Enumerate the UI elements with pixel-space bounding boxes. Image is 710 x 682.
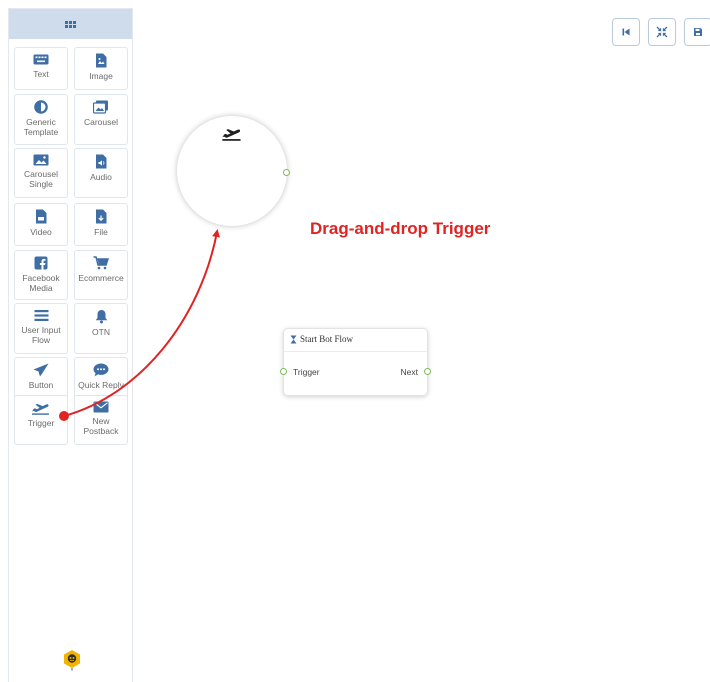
palette-item-label: New Postback bbox=[83, 416, 119, 436]
element-palette: Text Image Generic Template Carousel Car… bbox=[8, 8, 133, 682]
picture-icon bbox=[33, 154, 49, 166]
download-file-icon bbox=[96, 209, 107, 224]
plane-departure-icon bbox=[32, 403, 49, 415]
palette-item-facebook-media[interactable]: Facebook Media bbox=[14, 250, 68, 300]
palette-item-label: Audio bbox=[90, 172, 112, 182]
palette-item-label: Text bbox=[33, 69, 49, 79]
palette-header[interactable] bbox=[9, 9, 132, 39]
node-output-label: Next bbox=[400, 367, 418, 377]
palette-item-label: File bbox=[94, 227, 108, 237]
palette-item-carousel-single[interactable]: Carousel Single bbox=[14, 148, 68, 198]
palette-item-otn[interactable]: OTN bbox=[74, 303, 128, 354]
palette-item-file[interactable]: File bbox=[74, 203, 128, 246]
trigger-node[interactable] bbox=[177, 116, 290, 226]
contrast-icon bbox=[34, 100, 48, 114]
palette-item-generic-template[interactable]: Generic Template bbox=[14, 94, 68, 145]
save-button[interactable] bbox=[684, 18, 710, 46]
node-title-text: Start Bot Flow bbox=[300, 334, 354, 344]
start-bot-flow-node[interactable]: Start Bot Flow Trigger Next bbox=[280, 328, 431, 396]
list-icon bbox=[34, 310, 48, 321]
node-input-port[interactable] bbox=[280, 368, 287, 375]
cart-icon bbox=[93, 256, 109, 270]
palette-item-label: Video bbox=[30, 227, 52, 237]
palette-item-label: Button bbox=[28, 380, 54, 390]
image-file-icon bbox=[96, 53, 107, 68]
send-icon bbox=[33, 363, 49, 377]
audio-file-icon bbox=[96, 154, 107, 169]
keyboard-icon bbox=[33, 54, 49, 65]
palette-item-label: Facebook Media bbox=[22, 273, 60, 293]
bot-logo-icon bbox=[64, 650, 80, 671]
chat-bubble-icon bbox=[93, 363, 109, 377]
palette-item-trigger[interactable]: Trigger bbox=[14, 395, 68, 445]
hourglass-icon bbox=[290, 335, 297, 343]
skip-back-icon bbox=[622, 28, 630, 36]
palette-item-label: Carousel Single bbox=[23, 169, 59, 189]
envelope-icon bbox=[93, 401, 109, 413]
palette-item-audio[interactable]: Audio bbox=[74, 148, 128, 198]
facebook-icon bbox=[34, 256, 48, 270]
palette-item-video[interactable]: Video bbox=[14, 203, 68, 246]
video-file-icon bbox=[36, 209, 47, 224]
palette-item-carousel[interactable]: Carousel bbox=[74, 94, 128, 145]
palette-item-text[interactable]: Text bbox=[14, 47, 68, 90]
palette-item-label: Quick Reply bbox=[78, 380, 124, 390]
plane-departure-icon bbox=[222, 129, 241, 141]
palette-item-label: Generic Template bbox=[23, 117, 59, 137]
palette-item-image[interactable]: Image bbox=[74, 47, 128, 90]
first-page-button[interactable] bbox=[612, 18, 640, 46]
trigger-output-port[interactable] bbox=[283, 169, 290, 176]
node-input-label: Trigger bbox=[293, 367, 320, 377]
palette-item-label: Carousel bbox=[83, 117, 119, 127]
palette-item-user-input-flow[interactable]: User Input Flow bbox=[14, 303, 68, 354]
palette-item-label: OTN bbox=[92, 327, 110, 337]
node-title: Start Bot Flow bbox=[290, 334, 353, 344]
fit-screen-button[interactable] bbox=[648, 18, 676, 46]
carousel-icon bbox=[93, 100, 108, 114]
drag-drop-annotation: Drag-and-drop Trigger bbox=[310, 219, 491, 238]
palette-item-ecommerce[interactable]: Ecommerce bbox=[74, 250, 128, 300]
bell-icon bbox=[95, 310, 107, 324]
palette-item-label: User Input Flow bbox=[21, 325, 61, 345]
palette-item-label: Ecommerce bbox=[78, 273, 124, 283]
palette-item-label: Image bbox=[89, 71, 113, 81]
palette-item-new-postback[interactable]: New Postback bbox=[74, 395, 128, 445]
compress-icon bbox=[656, 26, 668, 38]
floppy-icon bbox=[694, 28, 702, 36]
node-divider bbox=[284, 351, 427, 352]
node-output-port[interactable] bbox=[424, 368, 431, 375]
grid-menu-icon bbox=[65, 20, 76, 28]
palette-item-label: Trigger bbox=[27, 418, 55, 428]
